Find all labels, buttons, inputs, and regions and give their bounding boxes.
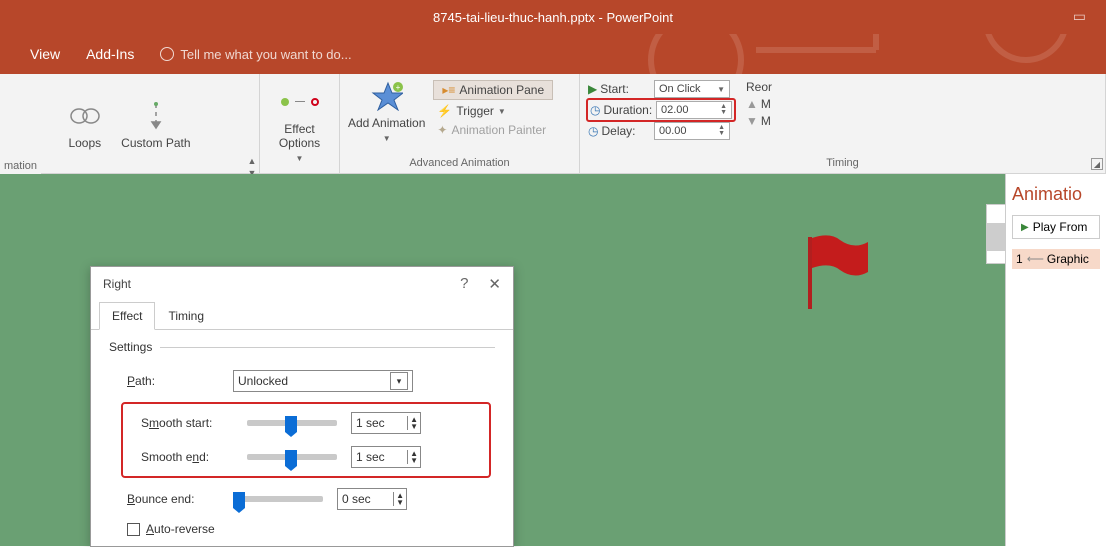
smooth-start-slider[interactable]: [247, 420, 337, 426]
play-icon: ▶: [1021, 222, 1029, 233]
play-from-button[interactable]: ▶ Play From: [1012, 215, 1100, 239]
menubar: View Add-Ins Tell me what you want to do…: [0, 34, 1106, 74]
duration-input[interactable]: 02.00▲▼: [656, 101, 732, 119]
checkbox-icon: [127, 523, 140, 536]
smooth-end-label: Smooth end:: [141, 450, 233, 464]
svg-text:+: +: [395, 83, 400, 92]
tell-me-search[interactable]: Tell me what you want to do...: [160, 47, 351, 62]
animation-list-item[interactable]: 1 ⟵ Graphic: [1012, 249, 1100, 269]
dropdown-icon: ▼: [296, 154, 304, 163]
move-later-button[interactable]: ▼M: [746, 114, 772, 128]
smooth-start-row: Smooth start: 1 sec▲▼: [123, 406, 489, 440]
close-button[interactable]: ✕: [488, 275, 501, 293]
delay-input[interactable]: 00.00▲▼: [654, 122, 730, 140]
path-label: Path:: [127, 374, 219, 388]
custom-path-button[interactable]: Custom Path: [121, 100, 190, 150]
titlebar: 8745-tai-lieu-thuc-hanh.pptx - PowerPoin…: [0, 0, 1106, 34]
bounce-end-label: Bounce end:: [127, 492, 219, 506]
animation-group-label-fragment: mation: [0, 160, 41, 175]
trigger-button[interactable]: ⚡ Trigger ▼: [433, 103, 553, 119]
tab-timing[interactable]: Timing: [155, 302, 217, 330]
smooth-end-slider[interactable]: [247, 454, 337, 460]
animation-pane: Animatio ▶ Play From 1 ⟵ Graphic: [1006, 174, 1106, 546]
bounce-end-slider[interactable]: [233, 496, 323, 502]
titlebar-controls: ▭: [1073, 8, 1086, 26]
animation-painter-button: ✦ Animation Painter: [433, 122, 553, 138]
duration-row: ◷Duration: 02.00▲▼: [590, 101, 732, 119]
dropdown-icon: ▾: [390, 372, 408, 390]
motion-path-icon: ⟵: [1027, 252, 1043, 266]
animation-pane-title: Animatio: [1012, 184, 1100, 205]
duration-highlight: ◷Duration: 02.00▲▼: [586, 98, 736, 122]
pane-icon: ▸≡: [442, 83, 455, 97]
loops-icon: [69, 100, 101, 132]
menu-addins[interactable]: Add-Ins: [86, 46, 134, 62]
group-label: Timing: [588, 157, 1097, 171]
bounce-end-row: Bounce end: 0 sec▲▼: [109, 482, 495, 516]
add-animation-button[interactable]: + Add Animation ▼: [348, 80, 425, 143]
lightning-icon: ⚡: [437, 104, 452, 118]
dropdown-icon: ▼: [383, 134, 391, 143]
group-label: Advanced Animation: [348, 157, 571, 171]
smooth-end-row: Smooth end: 1 sec▲▼: [123, 440, 489, 474]
animation-pane-button[interactable]: ▸≡ Animation Pane: [433, 80, 553, 100]
dropdown-icon: ▼: [498, 107, 506, 116]
path-row: Path: Unlocked ▾: [109, 364, 495, 398]
start-dropdown[interactable]: On Click▼: [654, 80, 730, 98]
timing-group: ▶Start: On Click▼ ◷Duration: 02.00▲▼ ◷De…: [580, 74, 1106, 173]
clock-icon: ◷: [590, 103, 600, 117]
auto-reverse-label: Auto-reverse: [146, 522, 215, 536]
bounce-end-input[interactable]: 0 sec▲▼: [337, 488, 407, 510]
smooth-end-input[interactable]: 1 sec▲▼: [351, 446, 421, 468]
advanced-animation-group: + Add Animation ▼ ▸≡ Animation Pane ⚡ Tr…: [340, 74, 580, 173]
tab-effect[interactable]: Effect: [99, 302, 155, 330]
clock-icon: ◷: [588, 124, 598, 138]
effect-options-group: Effect Options ▼ ◢: [260, 74, 340, 173]
smooth-start-label: Smooth start:: [141, 416, 233, 430]
animation-gallery-group: Loops Custom Path ▲▼▾: [0, 74, 260, 173]
settings-header: Settings: [109, 340, 495, 354]
vertical-scrollbar[interactable]: [986, 204, 1006, 264]
menu-view[interactable]: View: [30, 46, 60, 62]
path-select[interactable]: Unlocked ▾: [233, 370, 413, 392]
reorder-label: Reor: [746, 80, 772, 94]
dialog-titlebar: Right ? ✕: [91, 267, 513, 301]
dialog-title: Right: [103, 277, 131, 291]
ribbon: Loops Custom Path ▲▼▾ Effect Options ▼ ◢…: [0, 74, 1106, 174]
start-row: ▶Start: On Click▼: [588, 80, 734, 98]
effect-options-button[interactable]: Effect Options ▼: [268, 86, 331, 164]
move-earlier-button[interactable]: ▲M: [746, 97, 772, 111]
auto-reverse-checkbox[interactable]: Auto-reverse: [109, 516, 495, 536]
effect-options-icon: [284, 86, 316, 118]
help-button[interactable]: ?: [460, 275, 468, 293]
play-icon: ▶: [588, 82, 597, 96]
ribbon-display-icon[interactable]: ▭: [1073, 8, 1086, 24]
dialog-tabs: Effect Timing: [91, 301, 513, 330]
delay-row: ◷Delay: 00.00▲▼: [588, 122, 734, 140]
flag-graphic[interactable]: [800, 232, 870, 312]
lightbulb-icon: [160, 47, 174, 61]
loops-button[interactable]: Loops: [68, 100, 101, 150]
effect-dialog: Right ? ✕ Effect Timing Settings Path: U…: [90, 266, 514, 547]
star-plus-icon: +: [371, 80, 403, 112]
window-title: 8745-tai-lieu-thuc-hanh.pptx - PowerPoin…: [433, 10, 673, 25]
smooth-highlight: Smooth start: 1 sec▲▼ Smooth end: 1 sec▲…: [121, 402, 491, 478]
custom-path-icon: [140, 100, 172, 132]
smooth-start-input[interactable]: 1 sec▲▼: [351, 412, 421, 434]
brush-icon: ✦: [437, 123, 447, 137]
